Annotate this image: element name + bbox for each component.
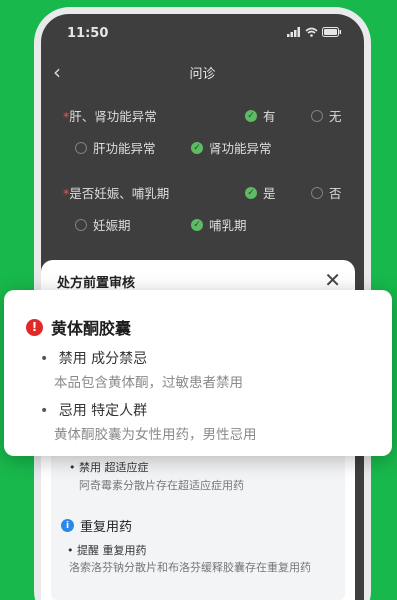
popup-item-desc-population: 黄体酮胶囊为女性用药，男性忌用 [54, 427, 257, 443]
card-line-text: 提醒 重复用药 [77, 544, 147, 557]
check-circle-icon: ✓ [191, 218, 203, 231]
option-pregnancy[interactable]: 妊娠期 [75, 215, 131, 234]
popup-item-title-ingredient: • 禁用 成分禁忌 [40, 348, 147, 368]
radio-no-pregnancy[interactable]: 否 [311, 183, 342, 202]
battery-icon [322, 27, 342, 37]
signal-icon [287, 27, 300, 37]
wifi-icon [305, 27, 318, 37]
close-icon[interactable]: ✕ [324, 268, 341, 292]
option-kidney-abnormal[interactable]: ✓ 肾功能异常 [191, 138, 272, 157]
question-label-liver-kidney: *肝、肾功能异常 [63, 109, 157, 124]
radio-label: 是 [263, 186, 276, 201]
card-line-over-indication: • 禁用 超适应症 [69, 459, 149, 475]
warning-icon: ! [26, 318, 43, 336]
radio-no-liver-kidney[interactable]: 无 [311, 106, 342, 125]
check-circle-icon: ✓ [245, 109, 257, 122]
popup-item-title-population: • 忌用 特定人群 [40, 400, 147, 420]
status-time: 11:50 [67, 26, 109, 41]
question-label-pregnancy: *是否妊娠、哺乳期 [63, 186, 170, 201]
status-icons [287, 27, 342, 37]
sheet-title: 处方前置审核 [57, 276, 136, 291]
check-circle-icon: ✓ [245, 186, 257, 199]
unchecked-circle-icon [75, 141, 87, 154]
drug-warning-popup: ! 黄体酮胶囊 • 禁用 成分禁忌 本品包含黄体酮，过敏患者禁用 • 忌用 特定… [4, 290, 392, 456]
card-line-text: 禁用 超适应症 [79, 461, 149, 474]
review-card-duplicate: i 重复用药 • 提醒 重复用药 洛索洛芬钠分散片和布洛芬缓释胶囊存在重复用药 [51, 508, 345, 600]
popup-head: ! 黄体酮胶囊 [26, 315, 131, 339]
radio-yes-liver-kidney[interactable]: ✓ 有 [245, 106, 276, 125]
option-lactation[interactable]: ✓ 哺乳期 [191, 215, 247, 234]
option-label: 肾功能异常 [209, 141, 272, 156]
radio-yes-pregnancy[interactable]: ✓ 是 [245, 183, 276, 202]
option-label: 哺乳期 [209, 218, 247, 233]
option-label: 妊娠期 [93, 218, 131, 233]
popup-item-title-text: 禁用 成分禁忌 [58, 351, 148, 367]
option-label: 肝功能异常 [93, 141, 156, 156]
radio-label: 有 [263, 109, 276, 124]
bullet: • [67, 544, 74, 557]
required-asterisk: * [63, 109, 70, 124]
status-bar: 11:50 [41, 14, 364, 54]
card-line-duplicate: • 提醒 重复用药 [67, 542, 147, 558]
card-head-text: 重复用药 [80, 520, 133, 535]
unchecked-circle-icon [311, 109, 323, 122]
bullet: • [40, 403, 49, 419]
radio-label: 无 [329, 109, 342, 124]
popup-item-title-text: 忌用 特定人群 [58, 403, 148, 419]
card-head-duplicate: i 重复用药 [61, 516, 132, 535]
option-liver-abnormal[interactable]: 肝功能异常 [75, 138, 156, 157]
card-desc-duplicate: 洛索洛芬钠分散片和布洛芬缓释胶囊存在重复用药 [69, 561, 311, 574]
bullet: • [69, 461, 76, 474]
info-icon: i [61, 519, 74, 532]
unchecked-circle-icon [75, 218, 87, 231]
nav-bar: ‹ 问诊 [41, 54, 364, 90]
popup-item-desc-ingredient: 本品包含黄体酮，过敏患者禁用 [54, 375, 243, 391]
radio-label: 否 [329, 186, 342, 201]
card-desc-over-indication: 阿奇霉素分散片存在超适应症用药 [79, 479, 244, 492]
unchecked-circle-icon [311, 186, 323, 199]
bullet: • [40, 351, 49, 367]
required-asterisk: * [63, 186, 70, 201]
drug-name: 黄体酮胶囊 [51, 319, 132, 338]
page-title: 问诊 [189, 67, 216, 82]
check-circle-icon: ✓ [191, 141, 203, 154]
